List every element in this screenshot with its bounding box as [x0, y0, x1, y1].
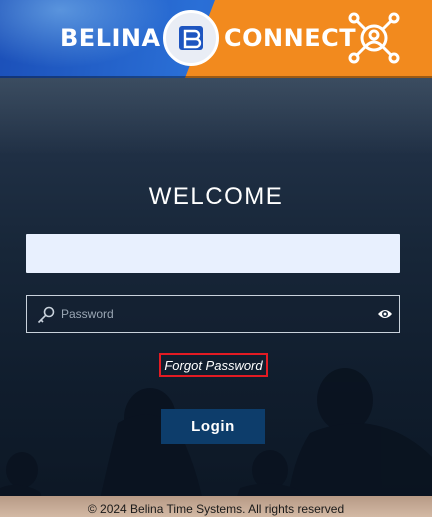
password-input[interactable] [61, 296, 371, 332]
network-people-icon [348, 12, 400, 64]
welcome-heading: WELCOME [148, 183, 284, 210]
username-field[interactable] [26, 234, 400, 273]
brand-name-left: BELINA [60, 24, 161, 52]
forgot-password-link[interactable]: Forgot Password [159, 353, 268, 377]
copyright-footer: © 2024 Belina Time Systems. All rights r… [87, 502, 345, 516]
belina-logo-icon [163, 10, 219, 66]
login-button[interactable]: Login [161, 409, 265, 444]
brand-name-right: CONNECT [224, 24, 357, 52]
header-banner: BELINA CONNECT [0, 0, 432, 78]
eye-icon[interactable] [377, 307, 393, 321]
key-icon [37, 306, 55, 324]
password-field-container[interactable] [26, 295, 400, 333]
